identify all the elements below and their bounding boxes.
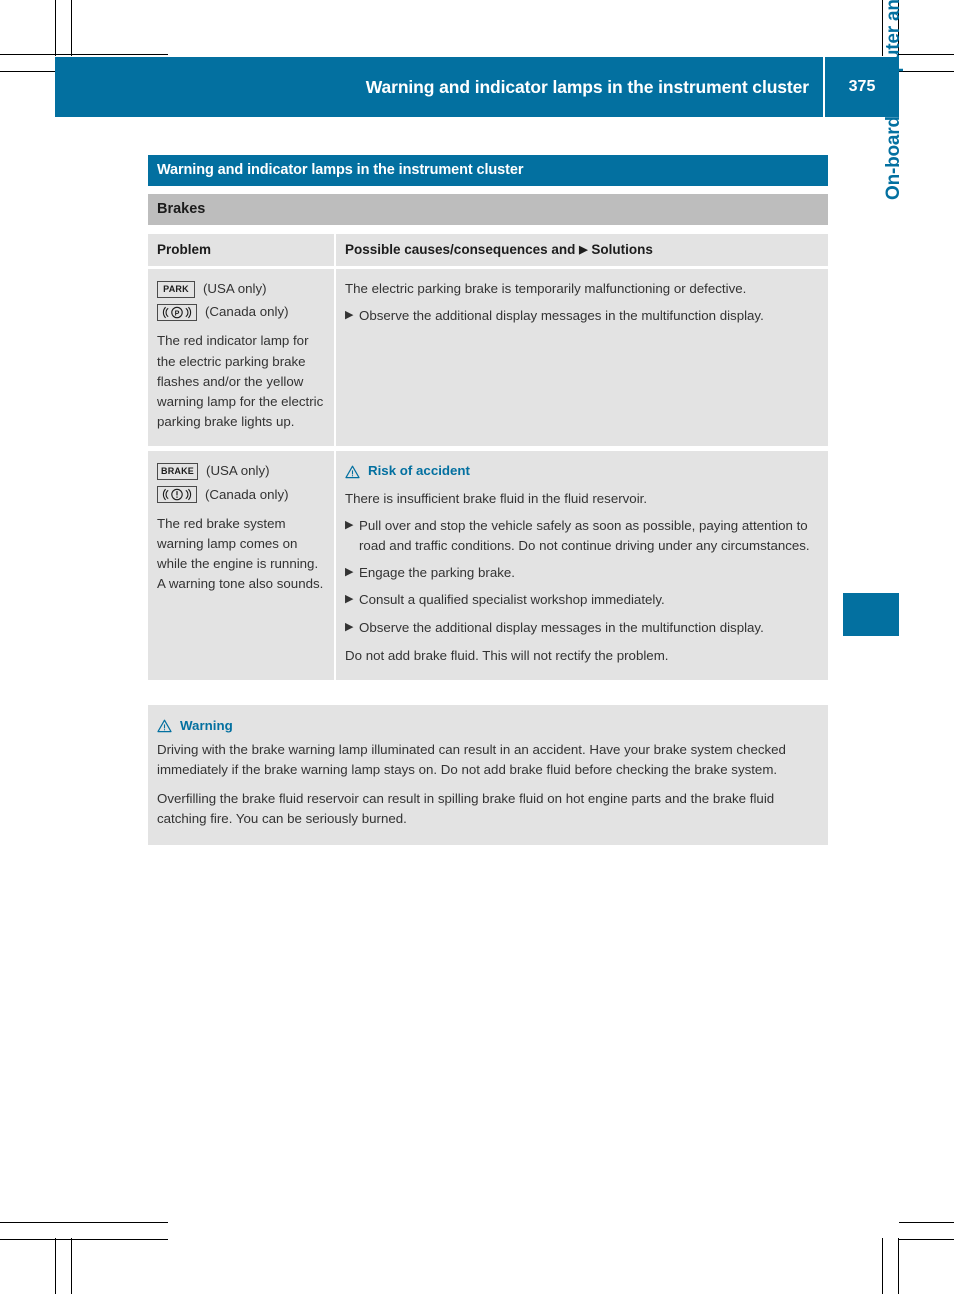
warning-box-heading: Warning — [157, 718, 817, 733]
table-row: BRAKE (USA only) (Canada only) The red b… — [148, 451, 828, 681]
crop-mark-bottom-right-h2 — [899, 1239, 954, 1240]
lamp-symbol-line: BRAKE (USA only) — [157, 461, 324, 481]
row-problem-cell: BRAKE (USA only) (Canada only) The red b… — [148, 451, 336, 681]
park-lamp-caption: (USA only) — [203, 281, 267, 296]
chapter-tab-marker — [843, 593, 899, 636]
crop-mark-bottom-right-h1 — [899, 1222, 954, 1223]
crop-mark-bottom-left-h1 — [0, 1222, 168, 1223]
solution-bullet-text: Engage the parking brake. — [359, 565, 515, 581]
warning-triangle-icon — [345, 465, 360, 479]
solution-bullet: ▶ Consult a qualified specialist worksho… — [345, 590, 818, 610]
row-problem-cell: PARK (USA only) P (Canada only) The red … — [148, 269, 336, 447]
chapter-tab-label: On-board computer and displays — [883, 0, 904, 200]
brake-lamp-icon: BRAKE — [157, 463, 199, 481]
bullet-triangle-icon: ▶ — [345, 593, 354, 606]
table-title: Warning and indicator lamps in the instr… — [148, 155, 828, 186]
bullet-triangle-icon: ▶ — [345, 620, 354, 633]
column-header-solutions-pre: Possible causes/consequences and — [345, 242, 576, 257]
row-cause-text: There is insufficient brake fluid in the… — [345, 490, 648, 506]
column-header-problem: Problem — [148, 234, 336, 266]
column-header-solutions-post: Solutions — [591, 242, 653, 257]
lamp-symbol-line: (Canada only) — [157, 485, 324, 505]
bullet-triangle-icon: ▶ — [345, 518, 354, 531]
bullet-triangle-icon: ▶ — [345, 566, 354, 579]
warning-box-paragraph: Overfilling the brake fluid reservoir ca… — [157, 790, 775, 826]
lamp-symbol-line: P (Canada only) — [157, 302, 324, 322]
crop-mark-top-right-h2 — [899, 71, 954, 72]
lamp-symbol-line: PARK (USA only) — [157, 279, 324, 299]
table-row: PARK (USA only) P (Canada only) The red … — [148, 269, 828, 447]
brake-circle-exclamation-icon — [157, 486, 197, 504]
brake-lamp-caption: (USA only) — [206, 463, 270, 479]
warning-triangle-icon — [157, 719, 172, 733]
solution-bullet-text: Observe the additional display messages … — [359, 308, 764, 324]
parking-brake-circle-p-caption: (Canada only) — [205, 304, 289, 320]
bullet-triangle-icon: ▶ — [345, 309, 354, 322]
warning-box-paragraph: Driving with the brake warning lamp illu… — [157, 742, 786, 777]
crop-mark-bottom-left-v1 — [55, 1238, 56, 1294]
crop-mark-top-left-h1 — [0, 54, 168, 55]
solution-bullet: ▶ Pull over and stop the vehicle safely … — [345, 516, 818, 556]
row-problem-description: The red indicator lamp for the electric … — [157, 333, 324, 430]
crop-mark-bottom-left-h2 — [0, 1239, 168, 1240]
svg-text:P: P — [175, 308, 180, 317]
table-subtitle: Brakes — [148, 194, 828, 225]
crop-mark-top-right-h1 — [899, 54, 954, 55]
crop-mark-bottom-left-v2 — [71, 1238, 72, 1294]
running-header-title: Warning and indicator lamps in the instr… — [365, 76, 809, 97]
crop-mark-bottom-right-v1 — [882, 1238, 883, 1294]
crop-mark-top-left-v2 — [71, 0, 72, 56]
row-problem-description: The red brake system warning lamp comes … — [157, 515, 324, 592]
warning-box-title: Warning — [180, 718, 233, 734]
brake-circle-exclamation-caption: (Canada only) — [205, 486, 289, 502]
hazard-heading: Risk of accident — [345, 461, 818, 481]
page-content: Warning and indicator lamps in the instr… — [148, 155, 828, 845]
crop-mark-top-left-v1 — [55, 0, 56, 56]
park-lamp-icon: PARK — [157, 280, 195, 298]
park-lamp-icon-label: PARK — [163, 283, 189, 294]
solution-bullet: ▶ Engage the parking brake. — [345, 563, 818, 583]
table-header-row: Problem Possible causes/consequences and… — [148, 234, 828, 266]
solution-bullet-text: Pull over and stop the vehicle safely as… — [359, 517, 810, 554]
solution-bullet: ▶ Observe the additional display message… — [345, 618, 818, 638]
solution-bullet-text: Consult a qualified specialist workshop … — [359, 592, 665, 608]
warning-box: Warning Driving with the brake warning l… — [148, 705, 828, 845]
row-solutions-cell: Risk of accident There is insufficient b… — [336, 451, 828, 681]
row-trailing-text: Do not add brake fluid. This will not re… — [345, 647, 669, 663]
solution-bullet-text: Observe the additional display messages … — [359, 619, 764, 635]
solutions-triangle-icon: ▶ — [579, 244, 588, 256]
row-solutions-cell: The electric parking brake is temporaril… — [336, 269, 828, 447]
parking-brake-circle-p-icon: P — [157, 303, 197, 321]
warning-lamps-table: Problem Possible causes/consequences and… — [148, 234, 828, 681]
row-cause-text: The electric parking brake is temporaril… — [345, 281, 747, 296]
hazard-heading-text: Risk of accident — [368, 463, 470, 479]
solution-bullet: ▶ Observe the additional display message… — [345, 306, 818, 326]
brake-lamp-icon-label: BRAKE — [161, 466, 195, 477]
crop-mark-bottom-right-v2 — [898, 1238, 899, 1294]
column-header-solutions: Possible causes/consequences and ▶ Solut… — [336, 234, 828, 266]
running-header: Warning and indicator lamps in the instr… — [55, 57, 899, 117]
